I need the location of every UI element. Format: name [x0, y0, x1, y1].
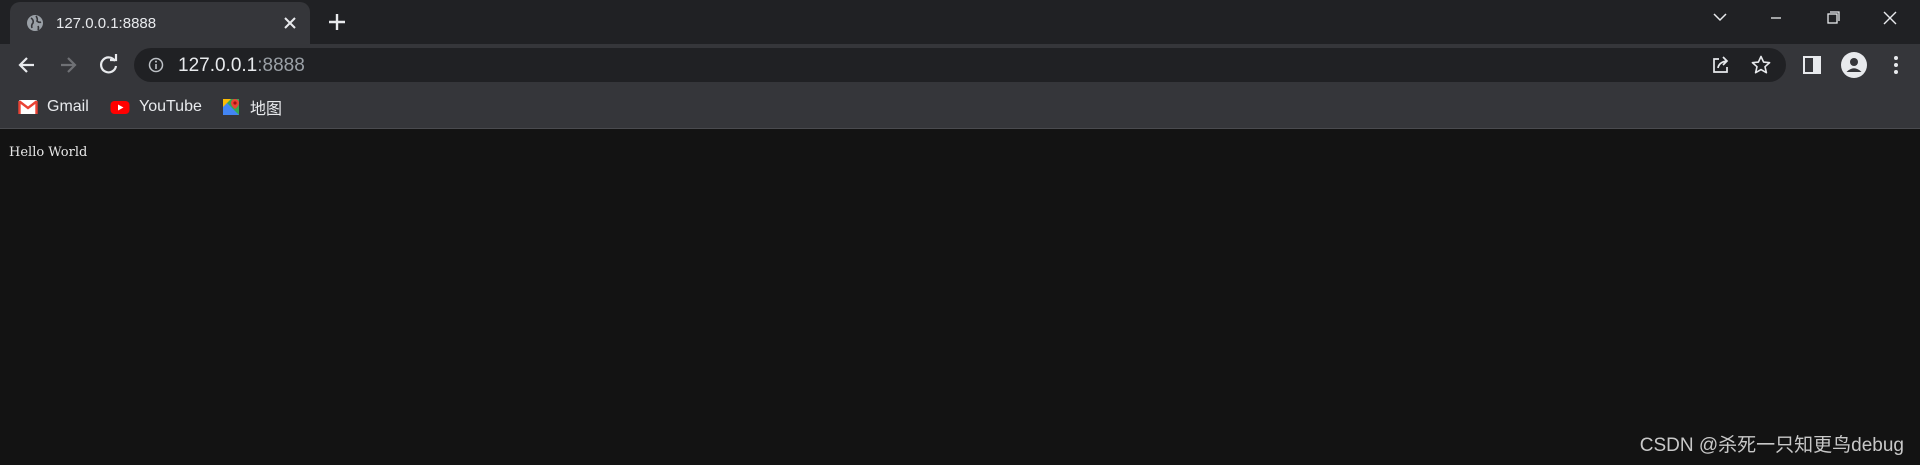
profile-avatar-icon[interactable] — [1840, 51, 1868, 79]
chevron-down-icon[interactable] — [1692, 0, 1748, 40]
globe-icon — [26, 14, 44, 32]
bookmark-maps[interactable]: 地图 — [221, 95, 282, 119]
share-icon[interactable] — [1710, 54, 1732, 76]
url-text[interactable]: 127.0.0.1:8888 — [178, 55, 305, 77]
forward-arrow-icon[interactable] — [54, 51, 82, 79]
page-text: Hello World — [9, 145, 88, 160]
bookmark-label: Gmail — [47, 98, 89, 115]
browser-tab[interactable]: 127.0.0.1:8888 — [10, 2, 310, 44]
bookmarks-bar: Gmail YouTube 地图 — [0, 86, 1920, 129]
tab-title: 127.0.0.1:8888 — [56, 15, 157, 32]
reload-icon[interactable] — [95, 51, 123, 79]
back-arrow-icon[interactable] — [13, 51, 41, 79]
tab-close-icon[interactable] — [280, 13, 300, 33]
youtube-icon — [110, 98, 130, 116]
bookmark-label: 地图 — [250, 101, 283, 118]
bookmark-label: YouTube — [139, 98, 202, 115]
watermark: CSDN @杀死一只知更鸟debug — [1639, 435, 1904, 456]
address-bar[interactable]: 127.0.0.1:8888 — [134, 48, 1786, 82]
bookmark-star-icon[interactable] — [1750, 54, 1772, 76]
minimize-icon[interactable] — [1748, 0, 1804, 40]
url-host: 127.0.0.1 — [178, 55, 258, 76]
browser-toolbar: 127.0.0.1:8888 — [0, 44, 1920, 86]
close-window-icon[interactable] — [1862, 0, 1918, 40]
bookmark-youtube[interactable]: YouTube — [110, 95, 202, 119]
gmail-icon — [18, 98, 38, 116]
restore-icon[interactable] — [1805, 0, 1861, 40]
more-menu-icon[interactable] — [1884, 53, 1908, 77]
info-icon[interactable] — [148, 57, 164, 73]
maps-icon — [221, 98, 241, 116]
url-port: :8888 — [257, 55, 305, 76]
side-panel-icon[interactable] — [1800, 53, 1824, 77]
bookmark-gmail[interactable]: Gmail — [18, 95, 89, 119]
page-content: Hello World CSDN @杀死一只知更鸟debug — [0, 129, 1920, 465]
new-tab-icon[interactable] — [323, 10, 351, 34]
tab-strip: 127.0.0.1:8888 — [0, 0, 1920, 44]
